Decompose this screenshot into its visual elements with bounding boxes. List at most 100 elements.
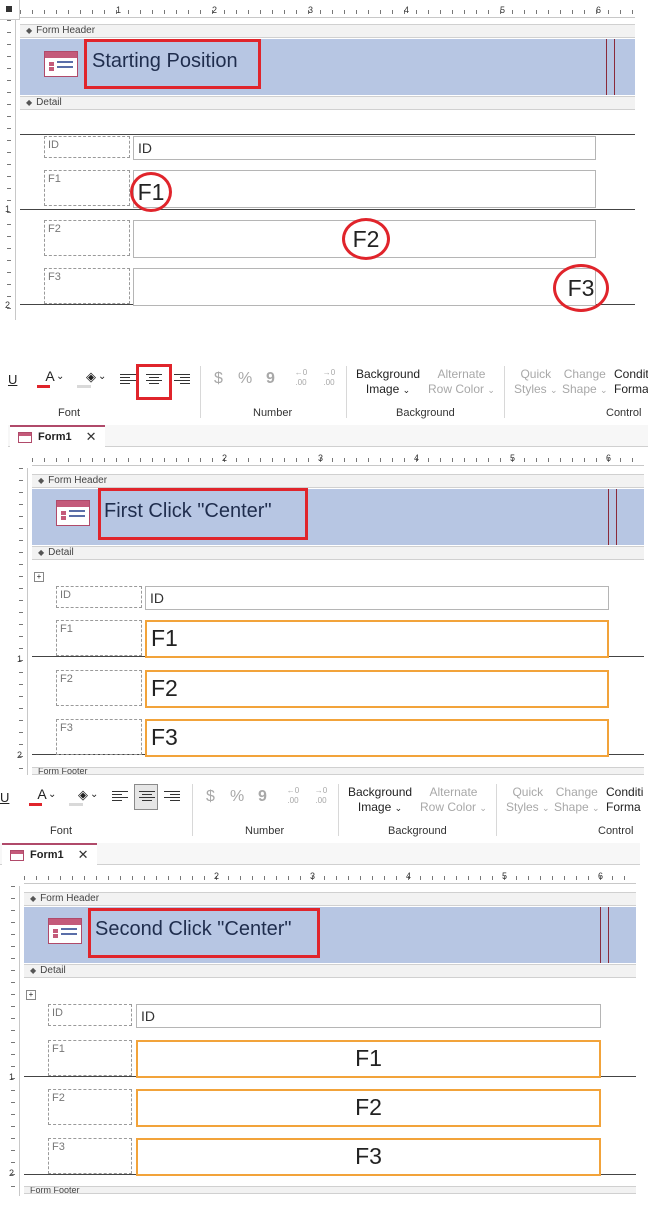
f3-label[interactable]: F3 xyxy=(44,268,130,304)
currency-button[interactable]: $ xyxy=(214,371,223,387)
detail-bar[interactable]: ◆ Detail xyxy=(32,546,644,560)
close-icon[interactable]: ✕ xyxy=(86,429,97,445)
f1-label[interactable]: F1 xyxy=(48,1040,132,1076)
collapse-arrow-icon: ◆ xyxy=(38,548,45,557)
underline-button[interactable]: U xyxy=(8,372,17,387)
id-textbox[interactable]: ID xyxy=(136,1004,601,1028)
f1-label[interactable]: F1 xyxy=(56,620,142,656)
form-header-bar[interactable]: ◆ Form Header xyxy=(32,474,644,488)
group-font-label: Font xyxy=(58,407,81,419)
f1-textbox[interactable]: F1 xyxy=(136,1040,601,1078)
ruler-num: 1 xyxy=(9,1072,15,1082)
document-tab-bar: Form1 ✕ xyxy=(8,425,648,447)
f2-textbox[interactable]: F2 xyxy=(136,1089,601,1127)
id-label[interactable]: ID xyxy=(44,136,130,158)
f2-label[interactable]: F2 xyxy=(44,220,130,256)
align-left-icon[interactable] xyxy=(120,374,136,388)
quick-styles-button[interactable]: Quick Styles ⌄ xyxy=(514,367,558,398)
ruler-num: 2 xyxy=(222,453,228,463)
align-center-icon[interactable] xyxy=(146,374,162,388)
header-title[interactable]: First Click "Center" xyxy=(104,500,272,523)
align-right-icon[interactable] xyxy=(174,374,190,388)
chevron-down-icon: ⌄ xyxy=(479,803,487,813)
id-textbox[interactable]: ID xyxy=(145,586,609,610)
font-color-button[interactable]: A ⌄ xyxy=(34,369,66,391)
decrease-decimals-button[interactable]: →0 .00 xyxy=(318,368,340,388)
group-number-label: Number xyxy=(253,407,293,419)
f3-textbox[interactable]: F3 xyxy=(136,1138,601,1176)
ruler-num: 1 xyxy=(5,204,11,214)
id-textbox[interactable]: ID xyxy=(133,136,596,160)
section-label: Detail xyxy=(36,97,62,108)
paint-bucket-icon: ◈ xyxy=(86,369,96,384)
horizontal-ruler: 2 3 4 5 6 xyxy=(24,870,636,884)
header-title[interactable]: Starting Position xyxy=(92,50,238,73)
header-title[interactable]: Second Click "Center" xyxy=(95,918,292,941)
f1-textbox[interactable] xyxy=(133,170,596,208)
comma-button[interactable]: 9 xyxy=(258,789,267,805)
group-control-label: Control xyxy=(598,825,634,837)
change-shape-button[interactable]: Change Shape ⌄ xyxy=(554,785,600,816)
f3-label[interactable]: F3 xyxy=(56,719,142,755)
collapse-arrow-icon: ◆ xyxy=(30,894,37,903)
f1-highlight-circle: F1 xyxy=(130,172,172,212)
collapse-arrow-icon: ◆ xyxy=(30,966,37,975)
form-header-bar[interactable]: ◆ Form Header xyxy=(24,892,636,906)
fill-color-button[interactable]: ◈ ⌄ xyxy=(66,787,100,809)
change-shape-button[interactable]: Change Shape ⌄ xyxy=(562,367,608,398)
f2-label[interactable]: F2 xyxy=(48,1089,132,1125)
conditional-formatting-button[interactable]: Conditi Forma xyxy=(606,785,648,815)
align-right-icon[interactable] xyxy=(164,791,180,805)
decrease-decimals-button[interactable]: →0 .00 xyxy=(310,786,332,806)
center-button-active[interactable] xyxy=(134,784,158,810)
ruler-num: 4 xyxy=(406,871,412,881)
panel-starting-position: 1 2 3 4 5 6 1 2 ◆ Form Header Starting Po… xyxy=(0,0,648,320)
ruler-num: 6 xyxy=(596,5,602,15)
percent-button[interactable]: % xyxy=(238,371,252,387)
underline-button[interactable]: U xyxy=(0,790,9,805)
f3-label[interactable]: F3 xyxy=(48,1138,132,1174)
button-label: Row Color xyxy=(420,800,477,814)
increase-decimals-button[interactable]: ←0 .00 xyxy=(282,786,304,806)
f3-textbox[interactable] xyxy=(133,268,596,306)
ruler-num: 5 xyxy=(502,871,508,881)
f3-textbox[interactable]: F3 xyxy=(145,719,609,757)
background-image-button[interactable]: Background Image ⌄ xyxy=(348,785,412,816)
alternate-row-color-button[interactable]: Alternate Row Color ⌄ xyxy=(428,367,495,398)
f1-textbox[interactable]: F1 xyxy=(145,620,609,658)
detail-bar[interactable]: ◆ Detail xyxy=(24,964,636,978)
horizontal-ruler: 1 2 3 4 5 6 xyxy=(20,4,635,18)
f2-textbox[interactable]: F2 xyxy=(145,670,609,708)
form-header-bar[interactable]: ◆ Form Header xyxy=(20,24,635,38)
button-label: Image xyxy=(357,800,392,814)
close-icon[interactable]: ✕ xyxy=(78,847,89,863)
button-label: Conditi xyxy=(606,785,644,799)
form-footer-bar[interactable]: Form Footer xyxy=(32,767,644,775)
font-color-button[interactable]: A ⌄ xyxy=(26,787,58,809)
tab-form1[interactable]: Form1 ✕ xyxy=(10,425,105,447)
tab-form1[interactable]: Form1 ✕ xyxy=(2,843,97,865)
tab-label: Form1 xyxy=(38,431,72,443)
id-label[interactable]: ID xyxy=(56,586,142,608)
ruler-num: 4 xyxy=(404,5,410,15)
horizontal-ruler: 2 3 4 5 6 xyxy=(32,452,644,466)
background-image-button[interactable]: Background Image ⌄ xyxy=(356,367,420,398)
align-left-icon[interactable] xyxy=(112,791,128,805)
detail-bar[interactable]: ◆ Detail xyxy=(20,96,635,110)
alternate-row-color-button[interactable]: Alternate Row Color ⌄ xyxy=(420,785,487,816)
button-label: Background xyxy=(356,367,421,381)
percent-button[interactable]: % xyxy=(230,789,244,805)
comma-button[interactable]: 9 xyxy=(266,371,275,387)
f2-label[interactable]: F2 xyxy=(56,670,142,706)
f1-label[interactable]: F1 xyxy=(44,170,130,206)
button-label: Alternate xyxy=(429,785,478,799)
conditional-formatting-button[interactable]: Conditi Forma xyxy=(614,367,648,397)
id-label[interactable]: ID xyxy=(48,1004,132,1026)
form-footer-bar[interactable]: Form Footer xyxy=(24,1186,636,1194)
select-all-icon[interactable]: + xyxy=(26,990,36,1000)
select-all-icon[interactable]: + xyxy=(34,572,44,582)
quick-styles-button[interactable]: Quick Styles ⌄ xyxy=(506,785,550,816)
currency-button[interactable]: $ xyxy=(206,789,215,805)
increase-decimals-button[interactable]: ←0 .00 xyxy=(290,368,312,388)
fill-color-button[interactable]: ◈ ⌄ xyxy=(74,369,108,391)
